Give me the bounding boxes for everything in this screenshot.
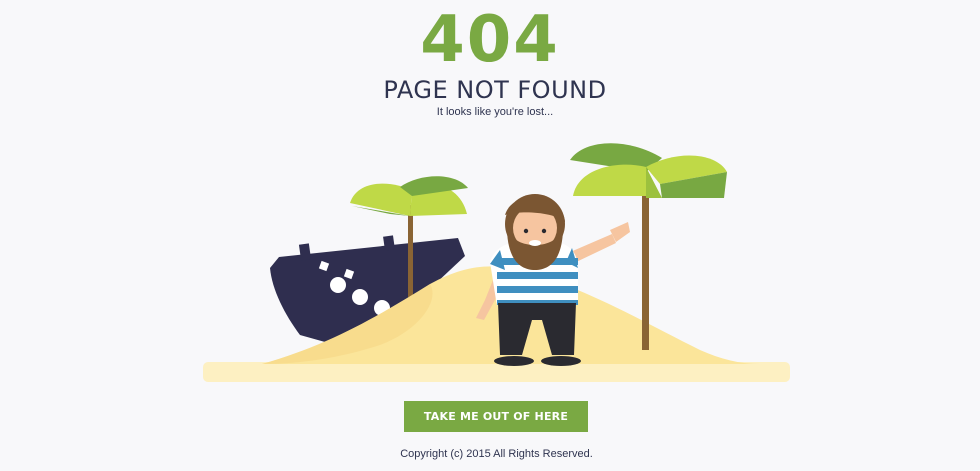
palm-tree-icon	[350, 176, 468, 216]
copyright-text: Copyright (c) 2015 All Rights Reserved.	[400, 448, 593, 460]
palm-trunk-left	[408, 205, 413, 297]
take-me-out-button[interactable]: TAKE ME OUT OF HERE	[404, 401, 588, 432]
sand-base	[203, 362, 790, 382]
